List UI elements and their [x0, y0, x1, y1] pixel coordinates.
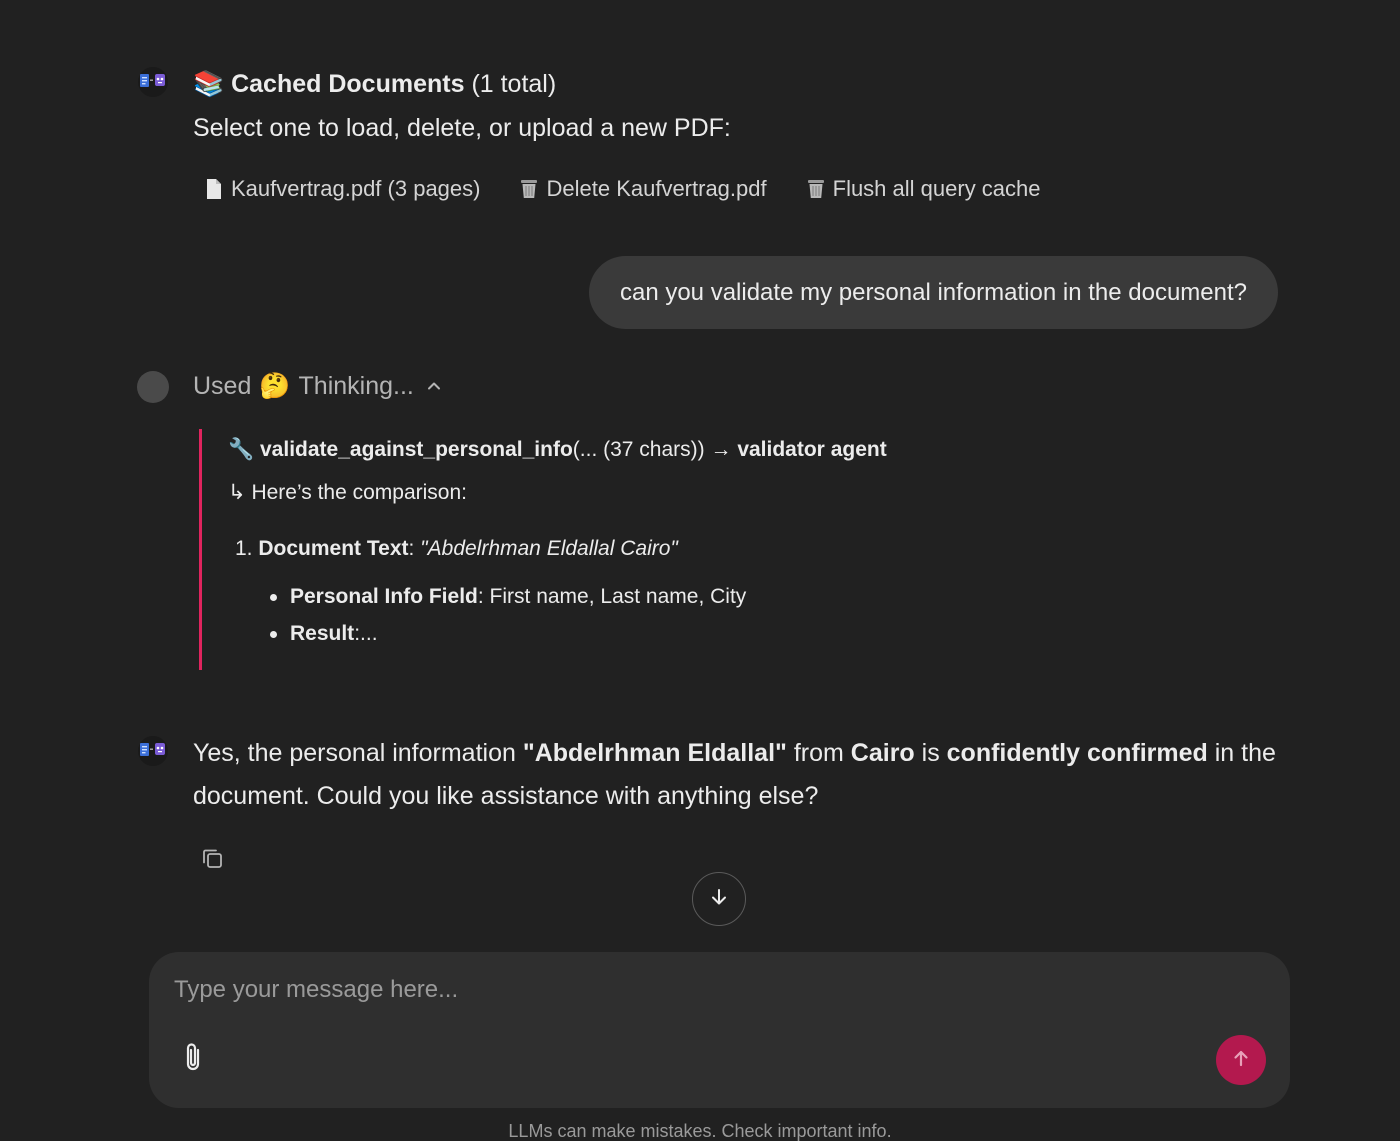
- cached-documents-title: 📚 Cached Documents (1 total): [193, 70, 557, 98]
- list-item: Personal Info Field: First name, Last na…: [268, 582, 1099, 612]
- message-input[interactable]: [174, 970, 1264, 1010]
- arrow-right-icon: →: [710, 438, 732, 461]
- chat-page: 📚 Cached Documents (1 total) Select one …: [0, 0, 1400, 1141]
- cached-documents-message: 📚 Cached Documents (1 total) Select one …: [193, 66, 1293, 206]
- paperclip-icon: [180, 1041, 206, 1080]
- attach-button[interactable]: [177, 1042, 209, 1078]
- message-composer: [149, 952, 1290, 1108]
- thinking-face-icon: 🤔: [259, 371, 291, 400]
- flush-cache-button[interactable]: Flush all query cache: [801, 172, 1045, 206]
- thinking-panel: 🔧 validate_against_personal_info(... (37…: [199, 429, 1099, 670]
- arrow-up-icon: [1231, 1048, 1251, 1073]
- delete-document-button[interactable]: Delete Kaufvertrag.pdf: [514, 172, 770, 206]
- copy-icon: [200, 846, 224, 875]
- disclaimer-text: LLMs can make mistakes. Check important …: [508, 1121, 892, 1141]
- document-actions: Kaufvertrag.pdf (3 pages) Delete Kaufver…: [199, 172, 1293, 206]
- wrench-icon: 🔧: [228, 438, 255, 461]
- comparison-bullets: Personal Info Field: First name, Last na…: [268, 582, 1099, 649]
- assistant-answer: Yes, the personal information "Abdelrhma…: [193, 739, 1276, 810]
- tool-return-line: ↳ Here’s the comparison:: [228, 481, 468, 504]
- trash-icon: [518, 177, 540, 201]
- copy-button[interactable]: [196, 844, 228, 876]
- tool-target: validator agent: [737, 438, 887, 461]
- chevron-up-icon: [426, 378, 442, 394]
- comparison-item: 1. Document Text: "Abdelrhman Eldallal C…: [235, 537, 678, 560]
- list-item: Result:...: [268, 619, 1099, 649]
- books-icon: 📚: [193, 70, 225, 98]
- return-arrow-icon: ↳: [228, 481, 246, 504]
- load-document-button[interactable]: Kaufvertrag.pdf (3 pages): [199, 172, 484, 206]
- send-button[interactable]: [1216, 1035, 1266, 1085]
- assistant-avatar-icon: [137, 66, 169, 98]
- scroll-to-bottom-button[interactable]: [692, 872, 746, 926]
- thinking-avatar: [137, 371, 169, 403]
- document-icon: [203, 177, 225, 201]
- arrow-down-icon: [708, 886, 730, 913]
- cached-documents-subtitle: Select one to load, delete, or upload a …: [193, 114, 731, 142]
- trash-icon: [805, 177, 827, 201]
- user-message-bubble: can you validate my personal information…: [588, 256, 1278, 329]
- thinking-toggle[interactable]: Used 🤔 Thinking...: [193, 367, 442, 405]
- assistant-avatar-icon: [137, 735, 169, 767]
- tool-call-line: 🔧 validate_against_personal_info(... (37…: [228, 438, 887, 461]
- tool-name: validate_against_personal_info: [260, 438, 573, 461]
